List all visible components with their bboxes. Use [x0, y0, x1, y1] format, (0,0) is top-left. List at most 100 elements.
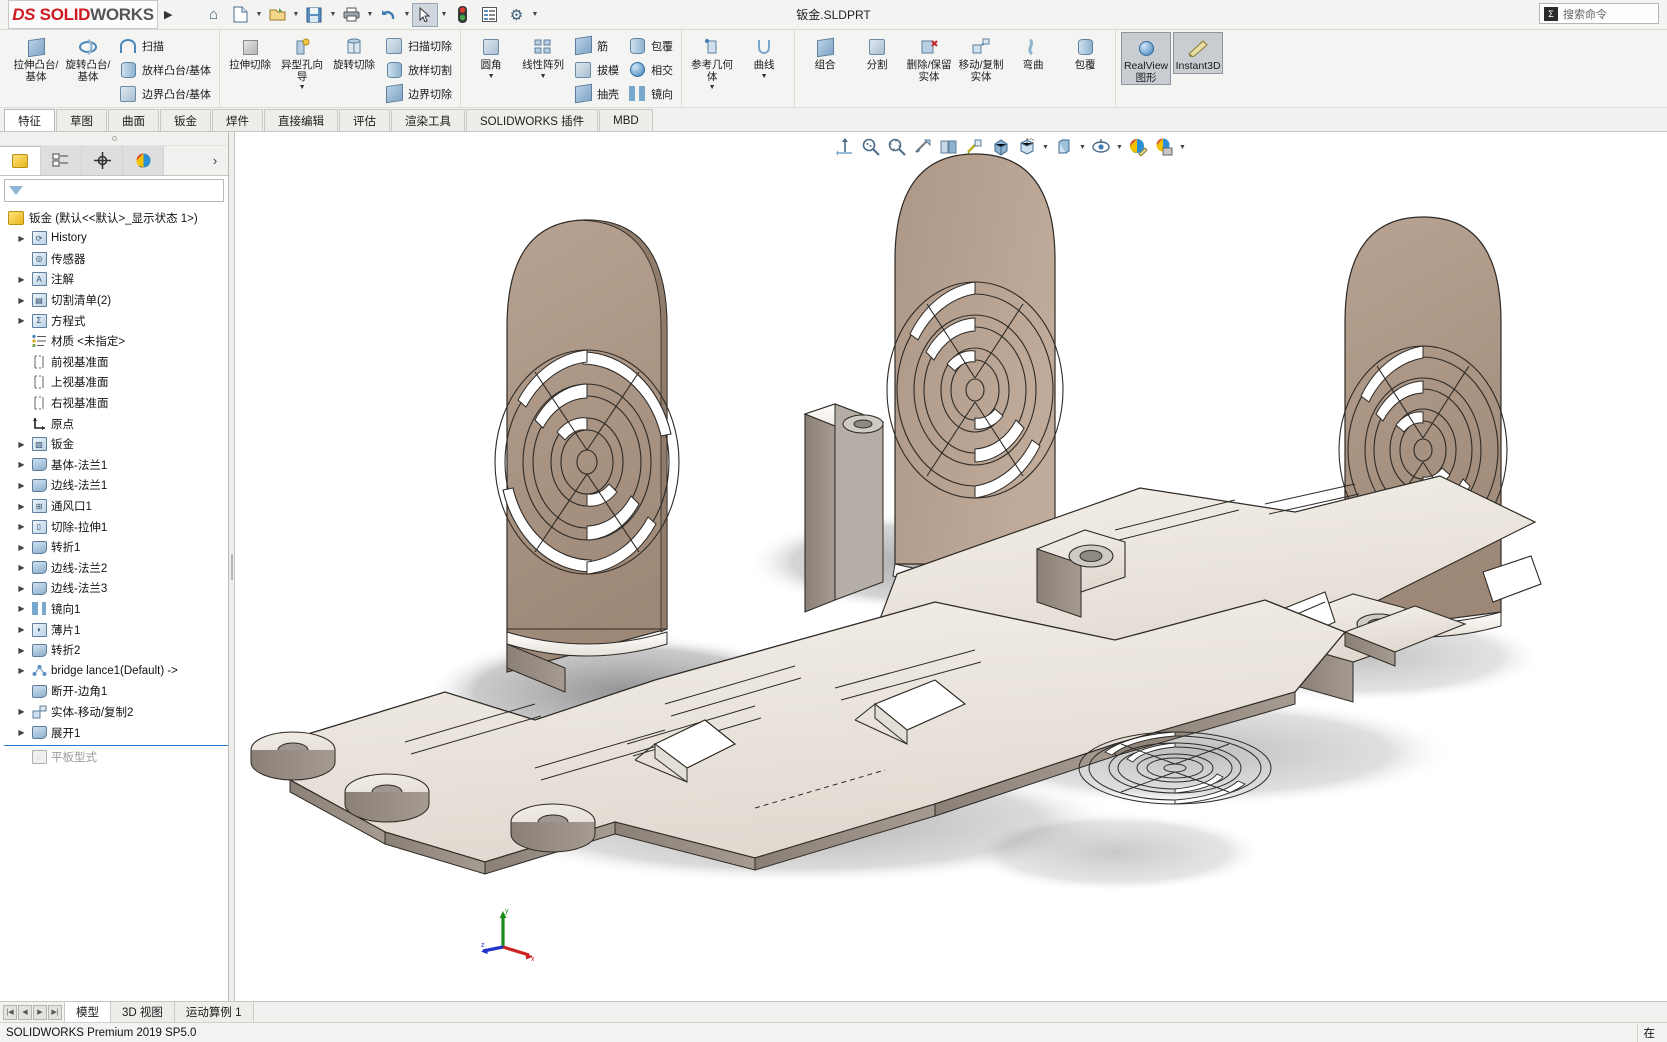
expand-arrow-icon[interactable]: ▶ [16, 440, 27, 449]
split-button[interactable]: 分割 [852, 32, 902, 72]
display-manager-tab[interactable] [123, 146, 164, 175]
fillet-caret-icon[interactable]: ▼ [488, 73, 495, 80]
reference-geometry-button[interactable]: 参考几何体 ▼ [687, 32, 737, 91]
expand-arrow-icon[interactable]: ▶ [16, 707, 27, 716]
display-style-icon[interactable] [963, 136, 987, 158]
expand-arrow-icon[interactable]: ▶ [16, 316, 27, 325]
tree-item-jog-2[interactable]: ▶ 转折2 [4, 640, 228, 661]
shell-button[interactable]: 抽壳 [570, 82, 622, 105]
last-tab-icon[interactable]: ▶| [48, 1004, 62, 1020]
tab-evaluate[interactable]: 评估 [339, 109, 390, 131]
linear-pattern-button[interactable]: 线性阵列 ▼ [518, 32, 568, 80]
tree-item-jog-1[interactable]: ▶ 转折1 [4, 537, 228, 558]
undo-icon[interactable] [375, 3, 401, 27]
open-document-caret-icon[interactable]: ▼ [291, 11, 300, 18]
tab-weldments[interactable]: 焊件 [212, 109, 263, 131]
tree-item-edge-flange-2[interactable]: ▶ 边线-法兰2 [4, 558, 228, 579]
tree-item-mirror-1[interactable]: ▶ 镜向1 [4, 599, 228, 620]
fillet-button[interactable]: 圆角 ▼ [466, 32, 516, 80]
tree-item-sensors[interactable]: ◎ 传感器 [4, 249, 228, 270]
rollback-bar[interactable] [4, 744, 228, 746]
expand-arrow-icon[interactable]: ▶ [16, 234, 27, 243]
bottom-tab-3dviews[interactable]: 3D 视图 [110, 1002, 175, 1022]
tree-item-move-copy-body-2[interactable]: ▶ 实体-移动/复制2 [4, 702, 228, 723]
curves-button[interactable]: 曲线 ▼ [739, 32, 789, 80]
curves-caret-icon[interactable]: ▼ [761, 73, 768, 80]
zoom-to-fit-icon[interactable] [833, 136, 857, 158]
view-settings-caret-icon[interactable]: ▼ [1115, 144, 1124, 151]
previous-view-icon[interactable] [885, 136, 909, 158]
extrude-cut-button[interactable]: 拉伸切除 [225, 32, 275, 72]
feature-filter-input[interactable] [4, 179, 224, 202]
section-view-icon[interactable] [911, 136, 935, 158]
select-caret-icon[interactable]: ▼ [439, 11, 448, 18]
expand-arrow-icon[interactable]: ▶ [16, 543, 27, 552]
apply-scene-icon[interactable] [1052, 136, 1076, 158]
expand-arrow-icon[interactable]: ▶ [16, 522, 27, 531]
tree-item-equations[interactable]: ▶ Σ 方程式 [4, 310, 228, 331]
wrap-body-button[interactable]: 包覆 [1060, 32, 1110, 72]
solidworks-logo[interactable]: DS SOLIDWORKS [8, 0, 158, 29]
tree-item-edge-flange-3[interactable]: ▶ 边线-法兰3 [4, 578, 228, 599]
intersect-button[interactable]: 相交 [624, 58, 676, 81]
tab-sheetmetal[interactable]: 钣金 [160, 109, 211, 131]
tree-item-flat-pattern[interactable]: ◌ 平板型式 [4, 747, 228, 768]
print-caret-icon[interactable]: ▼ [365, 11, 374, 18]
hide-show-items-icon[interactable] [989, 136, 1013, 158]
feature-tree-tab[interactable] [0, 146, 41, 175]
property-manager-tab[interactable] [41, 146, 82, 175]
expand-arrow-icon[interactable]: ▶ [16, 275, 27, 284]
prev-tab-icon[interactable]: ◀ [18, 1004, 32, 1020]
tree-item-unfold-1[interactable]: ▶ 展开1 [4, 722, 228, 743]
tree-item-material[interactable]: 材质 <未指定> [4, 331, 228, 352]
expand-arrow-icon[interactable]: ▶ [16, 502, 27, 511]
tree-item-front-plane[interactable]: 前视基准面 [4, 352, 228, 373]
wrap-button[interactable]: 包覆 [624, 34, 676, 57]
expand-arrow-icon[interactable]: ▶ [16, 666, 27, 675]
tab-features[interactable]: 特征 [4, 109, 55, 131]
tab-render-tools[interactable]: 渲染工具 [391, 109, 465, 131]
tab-sketch[interactable]: 草图 [56, 109, 107, 131]
hole-wizard-button[interactable]: 异型孔向导 ▼ [277, 32, 327, 91]
expand-arrow-icon[interactable]: ▶ [16, 296, 27, 305]
view-settings-icon[interactable] [1089, 136, 1113, 158]
bottom-tab-motion-study[interactable]: 运动算例 1 [173, 1002, 254, 1022]
rib-button[interactable]: 筋 [570, 34, 622, 57]
boundary-boss-button[interactable]: 边界凸台/基体 [115, 82, 214, 105]
flex-button[interactable]: 弯曲 [1008, 32, 1058, 72]
tree-item-vent-1[interactable]: ▶ ⊞ 通风口1 [4, 496, 228, 517]
search-commands-box[interactable]: Σ 搜索命令 [1539, 3, 1659, 24]
open-document-icon[interactable] [264, 3, 290, 27]
tree-item-tab-1[interactable]: ▶ ◗ 薄片1 [4, 619, 228, 640]
options-list-icon[interactable] [476, 3, 502, 27]
scene-palette-icon[interactable] [1152, 136, 1176, 158]
graphics-viewport[interactable]: ▼ ▼ ▼ ▼ y x z [235, 132, 1667, 1001]
tab-mbd[interactable]: MBD [599, 109, 653, 131]
select-arrow-icon[interactable] [412, 2, 439, 27]
expand-arrow-icon[interactable]: ▶ [16, 646, 27, 655]
edit-appearance-caret-icon[interactable]: ▼ [1041, 144, 1050, 151]
filter-text-input[interactable] [23, 184, 219, 197]
tab-solidworks-addins[interactable]: SOLIDWORKS 插件 [466, 109, 599, 131]
tree-item-origin[interactable]: 原点 [4, 413, 228, 434]
configuration-manager-tab[interactable] [82, 146, 123, 175]
reference-geometry-caret-icon[interactable]: ▼ [709, 84, 716, 91]
boundary-cut-button[interactable]: 边界切除 [381, 82, 455, 105]
expand-arrow-icon[interactable]: ▶ [16, 625, 27, 634]
expand-arrow-icon[interactable]: ▶ [16, 584, 27, 593]
settings-gear-icon[interactable]: ⚙ [503, 3, 529, 27]
print-icon[interactable] [338, 3, 364, 27]
tree-item-sheetmetal[interactable]: ▶ ▧ 钣金 [4, 434, 228, 455]
hole-wizard-caret-icon[interactable]: ▼ [299, 84, 306, 91]
home-icon[interactable]: ⌂ [200, 3, 226, 27]
sweep-cut-button[interactable]: 扫描切除 [381, 34, 455, 57]
loft-boss-button[interactable]: 放样凸台/基体 [115, 58, 214, 81]
revolve-cut-button[interactable]: 旋转切除 [329, 32, 379, 72]
tree-item-cut-list[interactable]: ▶ ▤ 切割清单(2) [4, 290, 228, 311]
tree-item-edge-flange-1[interactable]: ▶ 边线-法兰1 [4, 475, 228, 496]
expand-arrow-icon[interactable]: ▶ [16, 460, 27, 469]
mirror-button[interactable]: 镜向 [624, 82, 676, 105]
appearance-palette-icon[interactable] [1126, 136, 1150, 158]
undo-caret-icon[interactable]: ▼ [402, 11, 411, 18]
realview-graphics-button[interactable]: RealView 图形 [1121, 32, 1172, 85]
